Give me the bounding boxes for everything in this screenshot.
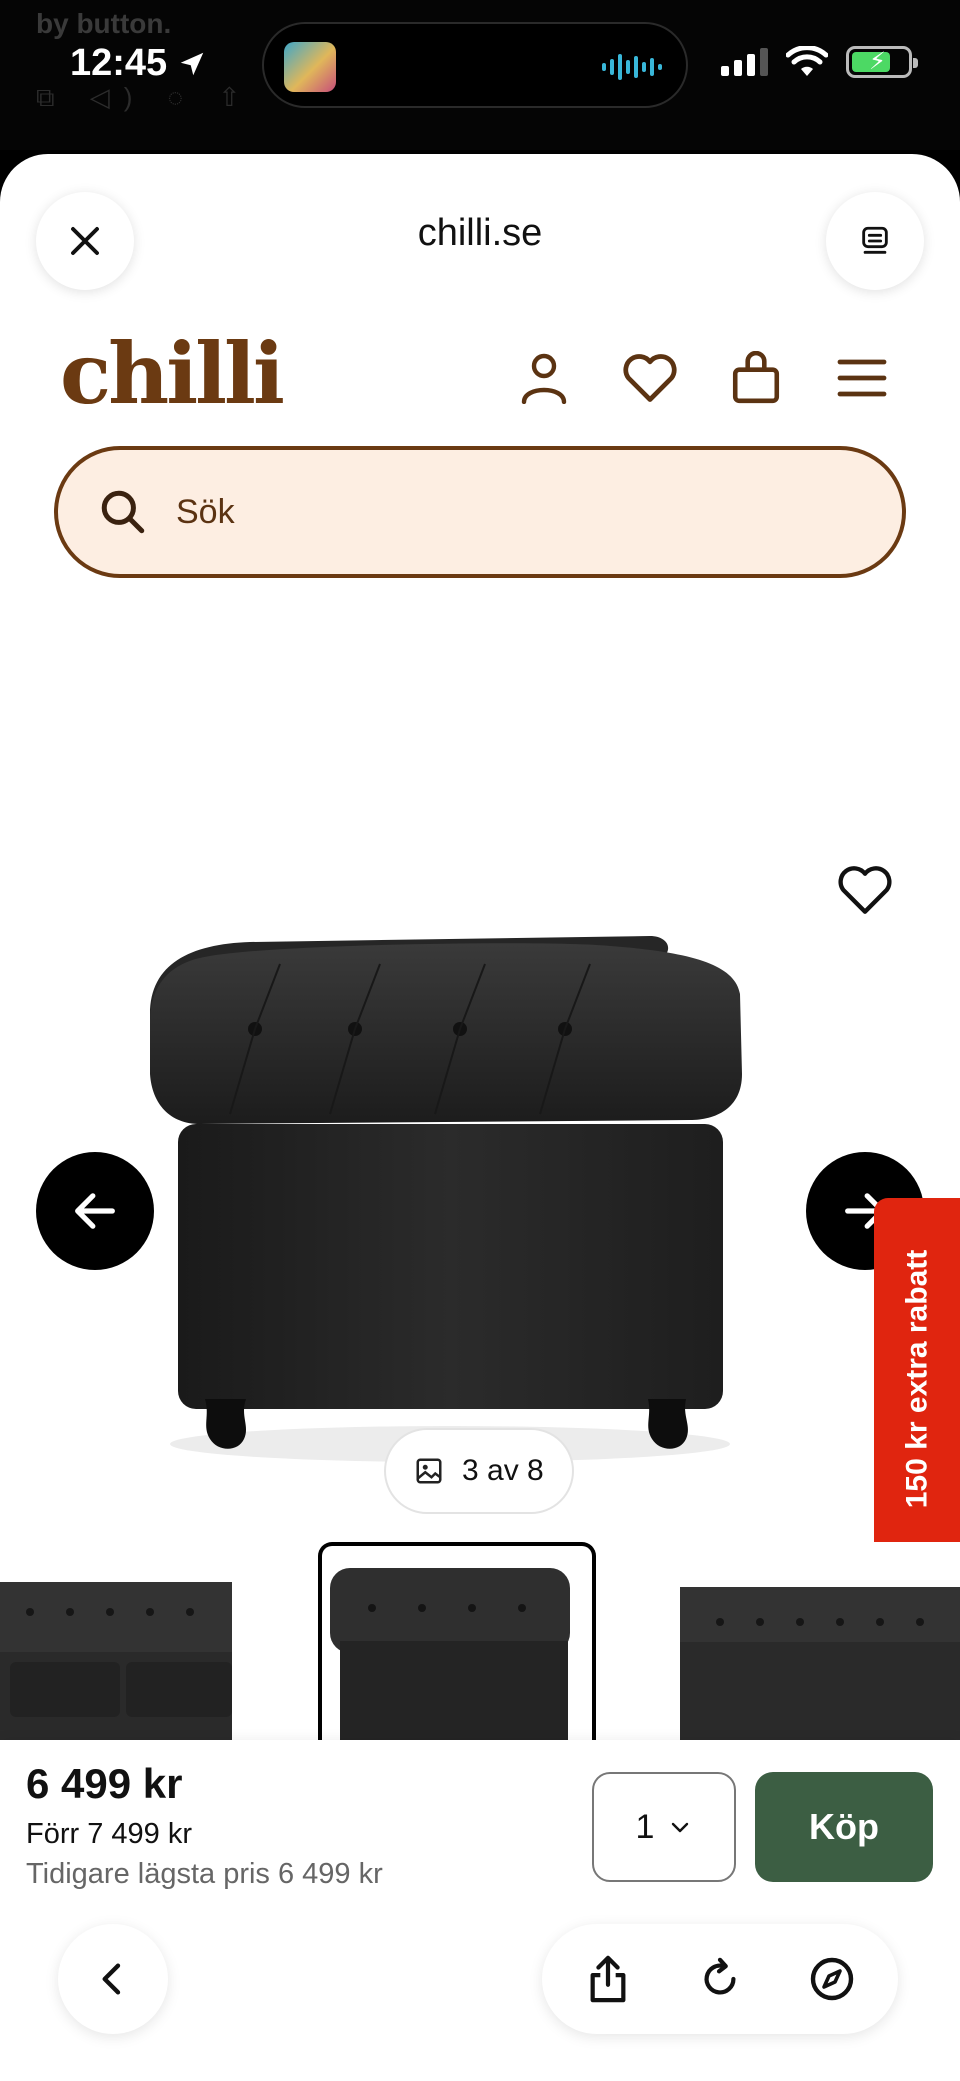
browser-toolbar <box>542 1924 898 2034</box>
shopping-bag-icon <box>732 351 780 404</box>
status-indicators: ⚡ <box>721 46 918 78</box>
battery-charging-icon: ⚡ <box>846 46 918 78</box>
thumbnail-strip <box>0 1534 960 1740</box>
chevron-down-icon <box>672 1822 689 1833</box>
thumbnail-image <box>680 1587 960 1740</box>
header-actions <box>516 350 890 406</box>
status-bar: by button. ⧉ ◁) ◌ ⇧ 12:45 ⚡ <box>0 0 960 150</box>
audio-wave-icon <box>602 52 662 82</box>
location-arrow-icon <box>180 52 204 75</box>
add-to-wishlist-button[interactable] <box>836 864 894 921</box>
image-counter-label: 3 av 8 <box>462 1454 544 1487</box>
heart-icon <box>838 866 892 914</box>
thumbnail-3-selected[interactable] <box>318 1542 596 1740</box>
menu-button[interactable] <box>834 350 890 406</box>
previous-image-button[interactable] <box>36 1152 154 1270</box>
thumbnail-4[interactable] <box>680 1542 960 1740</box>
chevron-left-icon <box>102 1963 121 1995</box>
quantity-value: 1 <box>635 1807 655 1846</box>
status-time: 12:45 <box>70 42 207 85</box>
image-icon <box>416 1458 442 1484</box>
arrow-left-icon <box>75 1193 115 1229</box>
thumbnail-image <box>0 1582 232 1740</box>
site-logo[interactable]: chilli <box>60 324 285 423</box>
previous-price: Förr 7 499 kr <box>26 1818 192 1850</box>
dynamic-island[interactable] <box>262 22 688 108</box>
hamburger-menu-icon <box>837 359 887 397</box>
heart-icon <box>623 354 677 402</box>
background-page-icons: ⧉ ◁) ◌ ⇧ <box>36 82 255 112</box>
wifi-icon <box>786 46 828 76</box>
reload-icon <box>704 1957 736 1995</box>
share-icon <box>590 1955 626 2003</box>
reload-button[interactable] <box>690 1949 750 2009</box>
current-price: 6 499 kr <box>26 1760 183 1807</box>
thumbnail-image <box>330 1568 570 1740</box>
promo-tab-label: 150 kr extra rabatt <box>900 1249 933 1509</box>
share-button[interactable] <box>578 1949 638 2009</box>
thumbnail-1[interactable] <box>0 1542 232 1740</box>
search-icon <box>101 490 145 534</box>
buy-button[interactable]: Köp <box>755 1772 933 1882</box>
page-domain: chilli.se <box>417 212 543 254</box>
status-time-label: 12:45 <box>70 42 168 84</box>
account-button[interactable] <box>516 350 572 406</box>
search-placeholder: Sök <box>176 492 235 531</box>
purchase-bar: 6 499 kr Förr 7 499 kr Tidigare lägsta p… <box>0 1740 960 2081</box>
cellular-signal-icon <box>721 48 768 76</box>
search-input[interactable]: Sök <box>54 446 906 578</box>
cart-button[interactable] <box>728 350 784 406</box>
compass-icon <box>810 1957 854 2001</box>
browser-back-button[interactable] <box>58 1924 168 2034</box>
compass-button[interactable] <box>802 1949 862 2009</box>
user-icon <box>521 353 567 404</box>
lowest-previous-price: Tidigare lägsta pris 6 499 kr <box>26 1858 383 1890</box>
product-image-sofa <box>150 936 742 1462</box>
reader-view-button[interactable] <box>826 192 924 290</box>
quantity-select[interactable]: 1 <box>592 1772 736 1882</box>
now-playing-artwork <box>284 42 336 92</box>
reader-icon <box>862 226 888 254</box>
background-page-text: by button. <box>36 8 172 39</box>
image-counter[interactable]: 3 av 8 <box>384 1428 574 1514</box>
promo-tab[interactable]: 150 kr extra rabatt <box>874 1198 960 1560</box>
wishlist-button[interactable] <box>622 350 678 406</box>
browser-sheet: chilli.se chilli Sök 150 kr extra rabatt… <box>0 154 960 2081</box>
